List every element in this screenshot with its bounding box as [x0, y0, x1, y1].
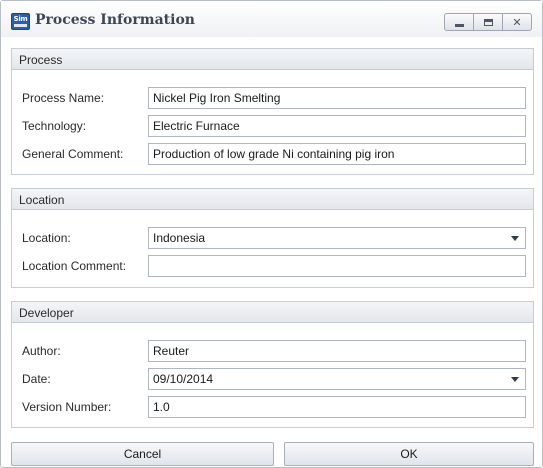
process-group-header: Process: [12, 49, 533, 70]
location-comment-row: Location Comment:: [12, 255, 533, 277]
author-row: Author: Reuter: [12, 340, 533, 362]
window-title: Process Information: [35, 12, 195, 28]
version-number-row: Version Number: 1.0: [12, 396, 533, 418]
author-label: Author:: [22, 344, 61, 358]
ok-button[interactable]: OK: [284, 442, 534, 466]
minimize-icon: [454, 23, 464, 27]
date-picker[interactable]: 09/10/2014: [148, 368, 526, 390]
chevron-down-icon: [511, 377, 519, 382]
close-icon: ✕: [512, 15, 522, 29]
process-name-label: Process Name:: [22, 91, 105, 105]
location-comment-label: Location Comment:: [22, 259, 127, 273]
general-comment-label: General Comment:: [22, 147, 124, 161]
technology-label: Technology:: [22, 119, 87, 133]
process-information-dialog: Sim Process Information ✕ Process Proces…: [0, 0, 543, 468]
title-bar[interactable]: Sim Process Information ✕: [1, 1, 542, 37]
process-name-input[interactable]: Nickel Pig Iron Smelting: [148, 87, 526, 109]
technology-input[interactable]: Electric Furnace: [148, 115, 526, 137]
app-icon: Sim: [11, 13, 30, 30]
minimize-button[interactable]: [444, 13, 474, 31]
developer-group: Developer Author: Reuter Date: 09/10/201…: [11, 301, 534, 428]
location-comment-input[interactable]: [148, 255, 526, 277]
cancel-button[interactable]: Cancel: [11, 442, 274, 466]
location-select-value: Indonesia: [153, 231, 206, 245]
process-name-row: Process Name: Nickel Pig Iron Smelting: [12, 87, 533, 109]
chevron-down-icon: [511, 236, 519, 241]
location-select[interactable]: Indonesia: [148, 227, 526, 249]
general-comment-input[interactable]: Production of low grade Ni containing pi…: [148, 143, 526, 165]
location-group: Location Location: Indonesia Location Co…: [11, 188, 534, 288]
location-label: Location:: [22, 231, 71, 245]
version-number-label: Version Number:: [22, 400, 112, 414]
date-picker-value: 09/10/2014: [153, 372, 214, 386]
location-row: Location: Indonesia: [12, 227, 533, 249]
close-button[interactable]: ✕: [502, 13, 532, 31]
app-icon-label: Sim: [13, 15, 28, 23]
version-number-input[interactable]: 1.0: [148, 396, 526, 418]
process-group: Process Process Name: Nickel Pig Iron Sm…: [11, 48, 534, 175]
date-label: Date:: [22, 372, 51, 386]
location-group-header: Location: [12, 189, 533, 210]
general-comment-row: General Comment: Production of low grade…: [12, 143, 533, 165]
date-row: Date: 09/10/2014: [12, 368, 533, 390]
technology-row: Technology: Electric Furnace: [12, 115, 533, 137]
maximize-icon: [483, 18, 493, 26]
developer-group-header: Developer: [12, 302, 533, 323]
author-input[interactable]: Reuter: [148, 340, 526, 362]
window-controls: ✕: [444, 13, 532, 31]
maximize-button[interactable]: [473, 13, 503, 31]
